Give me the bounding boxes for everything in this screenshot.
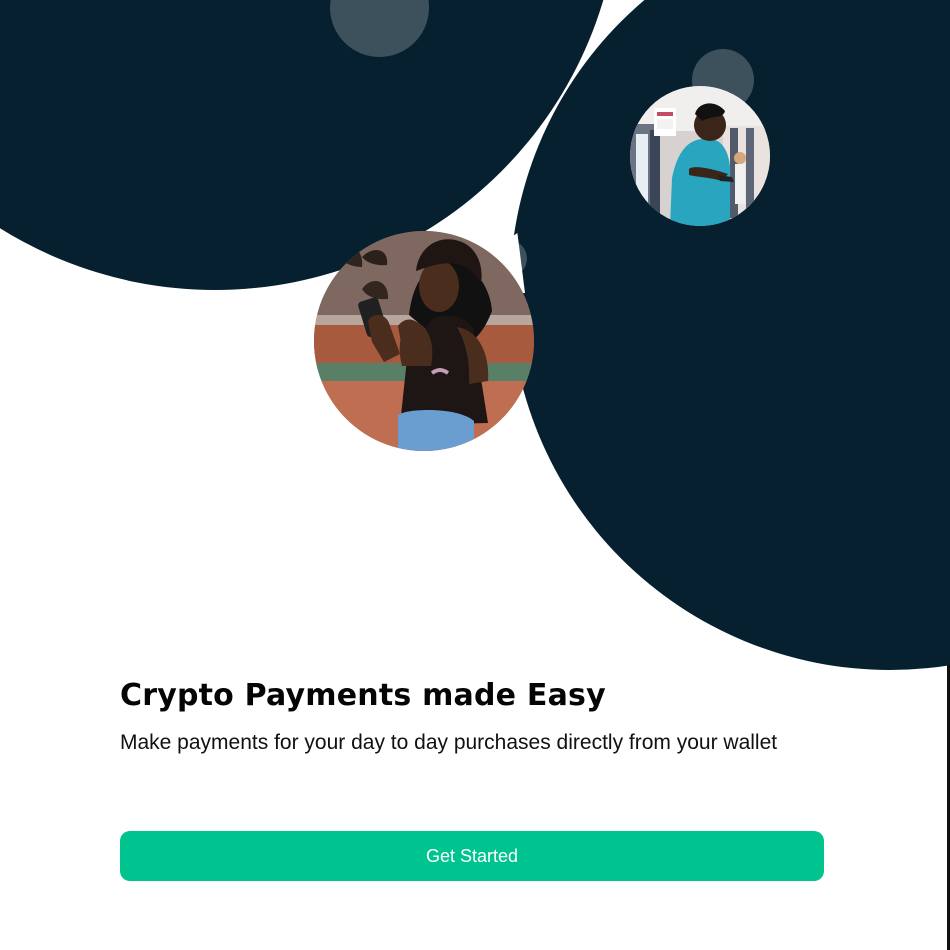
page-description: Make payments for your day to day purcha… bbox=[120, 731, 778, 754]
woman-photo bbox=[314, 231, 534, 451]
get-started-button[interactable]: Get Started bbox=[120, 831, 824, 881]
page-title: Crypto Payments made Easy bbox=[120, 678, 606, 713]
man-photo bbox=[630, 86, 770, 226]
onboarding-content: Crypto Payments made Easy Make payments … bbox=[120, 675, 824, 757]
onboarding-screen: Crypto Payments made Easy Make payments … bbox=[0, 0, 950, 950]
man-photo-illustration bbox=[630, 86, 770, 226]
woman-photo-illustration bbox=[314, 231, 534, 451]
